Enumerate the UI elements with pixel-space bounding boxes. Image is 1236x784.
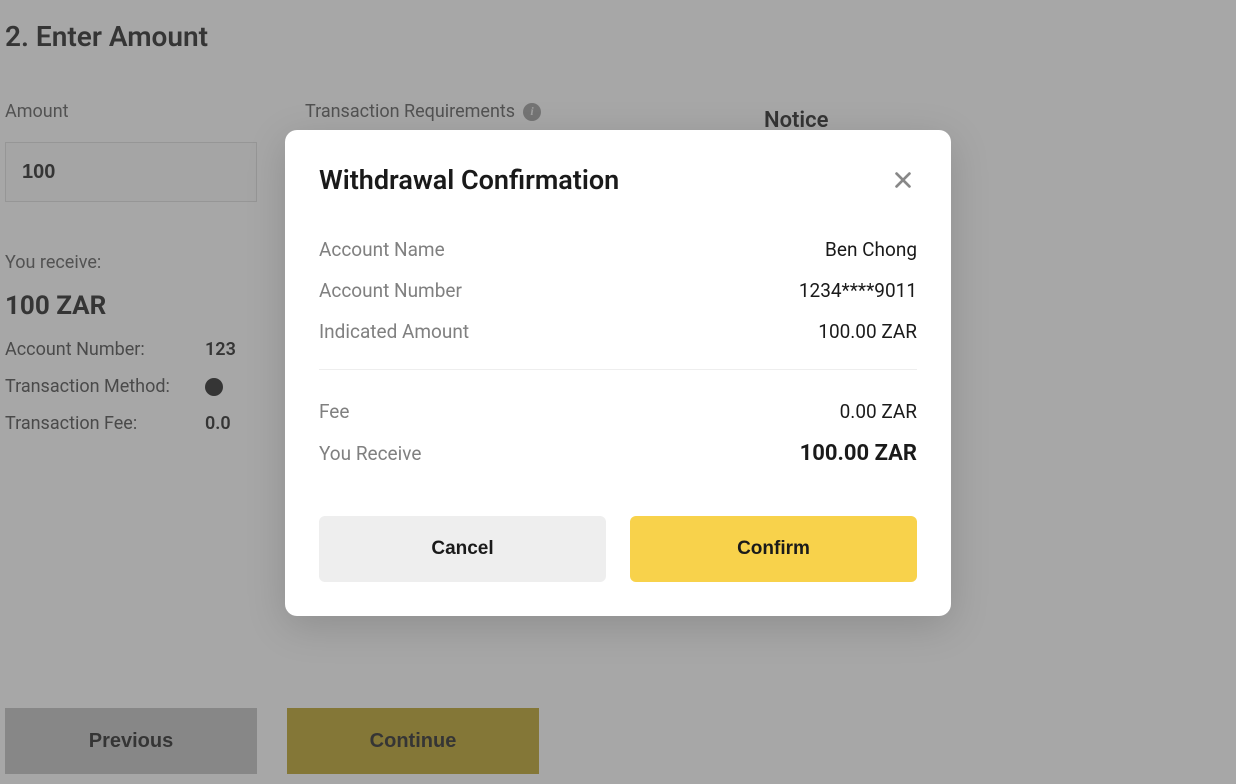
modal-you-receive-label: You Receive [319,442,421,465]
modal-row-account-number: Account Number 1234****9011 [319,279,917,302]
modal-title: Withdrawal Confirmation [319,164,619,196]
modal-account-number-label: Account Number [319,279,462,302]
indicated-amount-label: Indicated Amount [319,320,469,343]
modal-buttons: Cancel Confirm [319,516,917,582]
modal-row-indicated-amount: Indicated Amount 100.00 ZAR [319,320,917,343]
modal-you-receive-value: 100.00 ZAR [800,441,917,466]
modal-account-number-value: 1234****9011 [799,279,917,302]
modal-row-you-receive: You Receive 100.00 ZAR [319,441,917,466]
withdrawal-confirmation-modal: Withdrawal Confirmation Account Name Ben… [285,130,951,616]
close-icon [892,169,914,191]
modal-header: Withdrawal Confirmation [319,164,917,196]
modal-row-account-name: Account Name Ben Chong [319,238,917,261]
indicated-amount-value: 100.00 ZAR [818,320,917,343]
cancel-button[interactable]: Cancel [319,516,606,582]
close-button[interactable] [889,166,917,194]
fee-label: Fee [319,400,349,423]
modal-row-fee: Fee 0.00 ZAR [319,400,917,423]
modal-overlay: Withdrawal Confirmation Account Name Ben… [0,0,1236,784]
account-name-value: Ben Chong [825,238,917,261]
fee-value: 0.00 ZAR [840,400,917,423]
modal-divider [319,369,917,370]
account-name-label: Account Name [319,238,445,261]
confirm-button[interactable]: Confirm [630,516,917,582]
